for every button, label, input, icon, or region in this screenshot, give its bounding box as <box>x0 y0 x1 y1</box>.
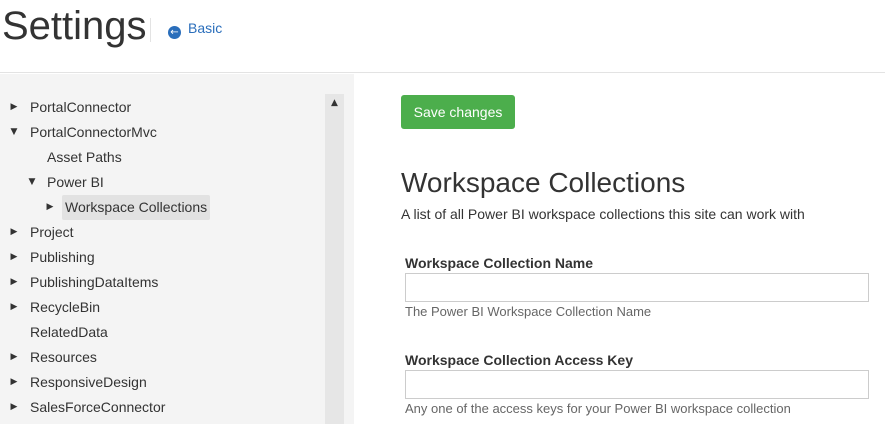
caret-right-icon[interactable]: ▶ <box>9 245 19 270</box>
tree-item-label: ResponsiveDesign <box>30 374 147 390</box>
tree-item-label: Power BI <box>47 174 104 190</box>
tree-item[interactable]: ▶ ResponsiveDesign <box>0 370 325 395</box>
tree-item[interactable]: ▼ PortalConnectorMvc <box>0 120 325 145</box>
tree-item-label: Resources <box>30 349 97 365</box>
workspace-collection-access-key-input[interactable] <box>405 370 869 399</box>
caret-right-icon[interactable]: ▶ <box>45 195 55 220</box>
tree-item[interactable]: ▶ Resources <box>0 345 325 370</box>
tree-item-label: PortalConnector <box>30 99 132 115</box>
tree-item-label: Asset Paths <box>47 149 122 165</box>
section-title: Workspace Collections <box>401 167 686 198</box>
page-title: Settings <box>2 4 147 48</box>
tree-item[interactable]: RelatedData <box>0 320 325 345</box>
workspace-collection-access-key-help: Any one of the access keys for your Powe… <box>405 401 791 416</box>
tree-item[interactable]: Asset Paths <box>0 145 325 170</box>
sidebar-scrollbar[interactable]: ▲ <box>325 94 344 424</box>
tree-item[interactable]: ▶ SalesForceConnector <box>0 395 325 420</box>
caret-right-icon[interactable]: ▶ <box>9 270 19 295</box>
caret-down-icon[interactable]: ▼ <box>9 120 19 145</box>
tree-item-label: RelatedData <box>30 324 108 340</box>
header-divider <box>150 18 151 42</box>
settings-tree-sidebar: ▶ PortalConnector ▼ PortalConnectorMvc Asset… <box>0 74 354 424</box>
workspace-collection-access-key-label: Workspace Collection Access Key <box>405 352 633 368</box>
workspace-collection-name-input[interactable] <box>405 273 869 302</box>
tree-item-label: Workspace Collections <box>62 195 211 220</box>
scroll-up-icon[interactable]: ▲ <box>325 98 344 108</box>
tree-item[interactable]: ▶ Workspace Collections <box>0 195 325 220</box>
settings-content: Save changes Workspace Collections A lis… <box>354 74 885 424</box>
caret-right-icon[interactable]: ▶ <box>9 345 19 370</box>
tree-item-label: PublishingDataItems <box>30 274 159 290</box>
arrow-left-circle-icon: ← <box>168 26 181 39</box>
tree-item[interactable]: ▼ Power BI <box>0 170 325 195</box>
save-changes-button[interactable]: Save changes <box>401 95 515 129</box>
workspace-collection-name-label: Workspace Collection Name <box>405 255 594 271</box>
tree-item-label: SalesForceConnector <box>30 399 166 415</box>
tree-item[interactable]: ▶ PublishingDataItems <box>0 270 325 295</box>
caret-right-icon[interactable]: ▶ <box>9 295 19 320</box>
tree-item[interactable]: ▶ RecycleBin <box>0 295 325 320</box>
tree-item-label: PortalConnectorMvc <box>30 124 157 140</box>
page-header: Settings ← Basic <box>0 0 885 73</box>
tree-item-label: Project <box>30 224 74 240</box>
tree-item-label: Publishing <box>30 249 95 265</box>
caret-down-icon[interactable]: ▼ <box>27 170 37 195</box>
basic-link-label: Basic <box>188 20 223 36</box>
caret-right-icon[interactable]: ▶ <box>9 370 19 395</box>
tree-item[interactable]: ▶ PortalConnector <box>0 95 325 120</box>
basic-link[interactable]: ← Basic <box>168 19 222 39</box>
caret-right-icon[interactable]: ▶ <box>9 220 19 245</box>
caret-right-icon[interactable]: ▶ <box>9 95 19 120</box>
tree-item[interactable]: ▶ Publishing <box>0 245 325 270</box>
workspace-collection-name-help: The Power BI Workspace Collection Name <box>405 304 652 319</box>
section-description: A list of all Power BI workspace collect… <box>401 206 805 222</box>
caret-right-icon[interactable]: ▶ <box>9 395 19 420</box>
tree-item[interactable]: ▶ Project <box>0 220 325 245</box>
tree-item-label: RecycleBin <box>30 299 101 315</box>
